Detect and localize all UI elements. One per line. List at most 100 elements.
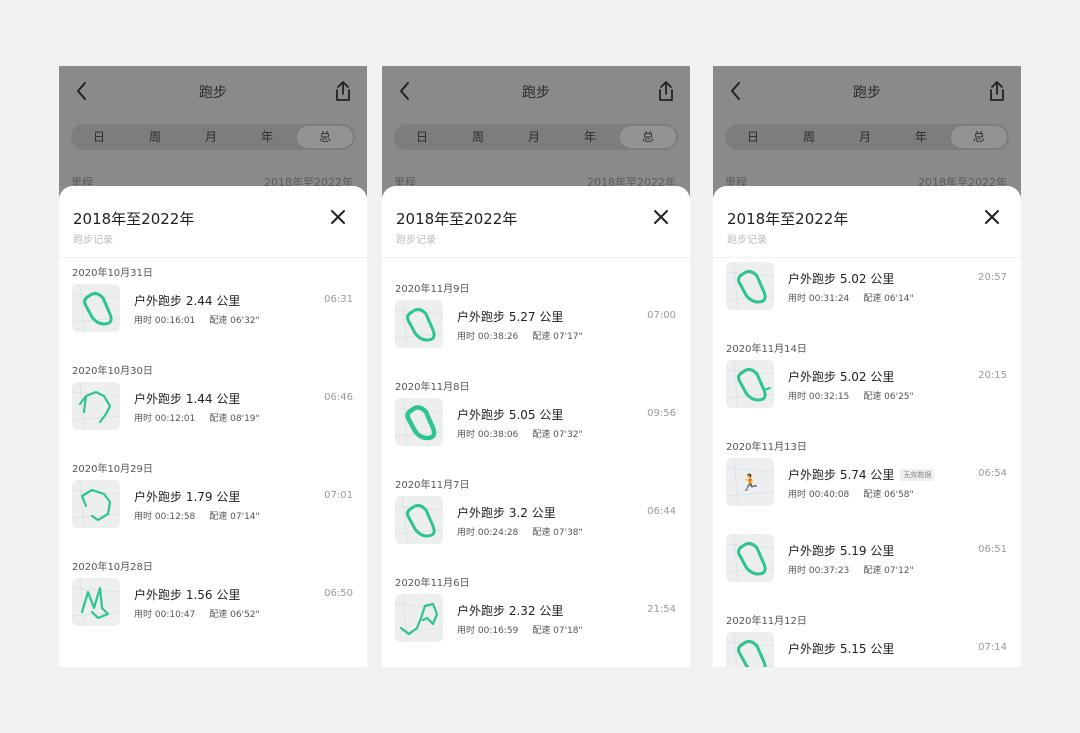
share-icon[interactable] [656,79,676,103]
run-record[interactable]: 户外跑步 5.15 公里 07:14 [713,632,1021,667]
record-distance: 户外跑步 5.74 公里 [788,468,895,482]
sheet-subtitle: 跑步记录 [727,235,767,246]
run-record[interactable]: 户外跑步 5.02 公里 20:15 用时 00:32:15 配速 06'25" [713,360,1021,410]
tab-2[interactable]: 月 [506,124,562,150]
tab-0[interactable]: 日 [725,124,781,150]
records-list: 2020年10月31日户外跑步 2.44 公里 06:31 用时 00:16:01 配… [59,258,367,667]
date-header: 2020年10月31日 [72,268,153,279]
tab-3[interactable]: 年 [239,124,295,150]
records-list: 2020年11月9日 户外跑步 5.27 公里 07:00 用时 00:38:26 配速… [382,258,690,667]
tab-1[interactable]: 周 [450,124,506,150]
run-record[interactable]: 🏃 户外跑步 5.74 公里 无效数据 06:54 用时 00:40:08 配速 06'5… [713,458,1021,508]
record-pace: 配速 07'14" [209,512,260,522]
record-duration: 用时 00:16:59 [457,626,519,636]
route-thumbnail: 🏃 [726,458,774,506]
date-header: 2020年11月12日 [726,616,807,627]
run-record[interactable]: 户外跑步 1.44 公里 06:46 用时 00:12:01 配速 08'19" [59,382,367,432]
record-time: 06:31 [324,294,353,305]
run-record[interactable]: 户外跑步 5.19 公里 06:51 用时 00:37:23 配速 07'12" [713,534,1021,584]
record-duration: 用时 00:32:15 [788,392,850,402]
tab-1[interactable]: 周 [781,124,837,150]
record-pace: 配速 07'12" [863,566,914,576]
record-stats: 用时 00:12:01 配速 08'19" [134,411,260,424]
record-title: 户外跑步 1.56 公里 [134,586,240,603]
route-thumbnail [72,382,120,430]
record-distance: 户外跑步 2.32 公里 [457,604,564,618]
sheet-subtitle: 跑步记录 [396,235,436,246]
page-title: 跑步 [199,85,227,101]
record-distance: 户外跑步 2.44 公里 [134,294,241,308]
record-stats: 用时 00:32:15 配速 06'25" [788,389,914,402]
record-time: 07:01 [324,490,353,501]
run-record[interactable]: 户外跑步 2.32 公里 21:54 用时 00:16:59 配速 07'18" [382,594,690,644]
record-stats: 用时 00:38:26 配速 07'17" [457,329,583,342]
date-header: 2020年10月29日 [72,464,153,475]
record-title: 户外跑步 1.44 公里 [134,390,240,407]
record-stats: 用时 00:24:28 配速 07'38" [457,525,583,538]
page-title: 跑步 [853,85,881,101]
route-map-thumbnail [72,578,120,626]
sheet-title: 2018年至2022年 [73,210,195,228]
records-sheet: 2018年至2022年跑步记录户外跑步 5.02 公里 20:57 用时 00:31… [713,186,1021,667]
close-icon[interactable] [652,208,670,226]
record-time: 09:56 [647,408,676,419]
record-title: 户外跑步 5.05 公里 [457,406,563,423]
tab-2[interactable]: 月 [837,124,893,150]
share-icon[interactable] [333,79,353,103]
record-title: 户外跑步 5.74 公里 无效数据 [788,466,935,483]
record-pace: 配速 07'17" [532,332,583,342]
run-record[interactable]: 户外跑步 5.05 公里 09:56 用时 00:38:06 配速 07'32" [382,398,690,448]
route-map-thumbnail [395,398,443,446]
tab-4[interactable]: 总 [620,126,676,148]
period-tabs: 日周月年总 [394,124,678,150]
record-distance: 户外跑步 1.56 公里 [134,588,241,602]
tab-0[interactable]: 日 [71,124,127,150]
record-duration: 用时 00:24:28 [457,528,519,538]
close-icon[interactable] [329,208,347,226]
record-stats: 用时 00:16:01 配速 06'32" [134,313,260,326]
record-time: 06:51 [978,544,1007,555]
phone-screen: 跑步日周月年总里程 2018年至2022年 2018年至2022年 跑步记录 2020年… [59,66,367,667]
sheet-subtitle: 跑步记录 [73,235,113,246]
tab-3[interactable]: 年 [893,124,949,150]
record-duration: 用时 00:38:26 [457,332,519,342]
run-record[interactable]: 户外跑步 1.56 公里 06:50 用时 00:10:47 配速 06'52" [59,578,367,628]
tab-3[interactable]: 年 [562,124,618,150]
route-thumbnail [72,480,120,528]
tab-4[interactable]: 总 [297,126,353,148]
run-record[interactable]: 户外跑步 5.02 公里 20:57 用时 00:31:24 配速 06'14" [713,262,1021,312]
record-pace: 配速 07'18" [532,626,583,636]
date-header: 2020年11月13日 [726,442,807,453]
date-header: 2020年11月8日 [395,382,470,393]
close-icon[interactable] [983,208,1001,226]
record-stats: 用时 00:37:23 配速 07'12" [788,563,914,576]
date-header: 2020年11月7日 [395,480,470,491]
record-time: 20:57 [978,272,1007,283]
route-map-thumbnail [395,300,443,348]
period-tabs: 日周月年总 [725,124,1009,150]
record-time: 07:00 [647,310,676,321]
tab-4[interactable]: 总 [951,126,1007,148]
tab-0[interactable]: 日 [394,124,450,150]
sheet-title: 2018年至2022年 [727,210,849,228]
svg-text:🏃: 🏃 [740,473,760,492]
record-time: 06:54 [978,468,1007,479]
record-distance: 户外跑步 5.19 公里 [788,544,895,558]
sheet-header: 2018年至2022年跑步记录 [713,186,1021,258]
record-title: 户外跑步 5.15 公里 [788,640,894,657]
route-thumbnail [395,594,443,642]
run-record[interactable]: 户外跑步 3.2 公里 06:44 用时 00:24:28 配速 07'38" [382,496,690,546]
runner-icon: 🏃 [726,458,774,506]
run-record[interactable]: 户外跑步 2.44 公里 06:31 用时 00:16:01 配速 06'32" [59,284,367,334]
route-map-thumbnail [72,284,120,332]
run-record[interactable]: 户外跑步 5.27 公里 07:00 用时 00:38:26 配速 07'17" [382,300,690,350]
share-icon[interactable] [987,79,1007,103]
record-distance: 户外跑步 5.15 公里 [788,642,895,656]
route-map-thumbnail [726,632,774,667]
run-record[interactable]: 户外跑步 1.79 公里 07:01 用时 00:12:58 配速 07'14" [59,480,367,530]
record-duration: 用时 00:12:58 [134,512,196,522]
tab-1[interactable]: 周 [127,124,183,150]
tab-2[interactable]: 月 [183,124,239,150]
record-duration: 用时 00:37:23 [788,566,850,576]
record-distance: 户外跑步 5.27 公里 [457,310,564,324]
